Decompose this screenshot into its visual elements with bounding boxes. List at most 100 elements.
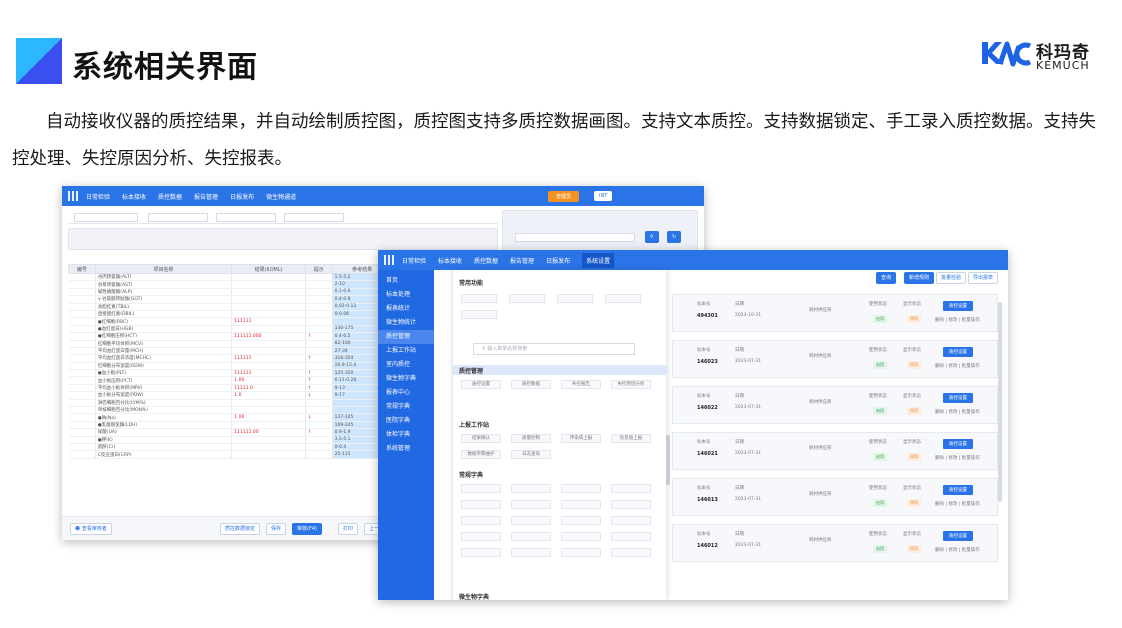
side-nav-item[interactable]: 室内质控: [378, 358, 434, 372]
report-menu-item[interactable]: 质量控制: [511, 434, 551, 443]
qc-card[interactable]: 标本号 146013 日期 2023-07-31 耗材供应商 使用状态 启用 显示状态 停用 质控…: [672, 478, 998, 516]
qc-card[interactable]: 标本号 146023 日期 2023-07-31 耗材供应商 使用状态 启用 显示状态 停用 质控…: [672, 340, 998, 378]
side-nav-item[interactable]: 首页: [378, 274, 434, 288]
dict-menu-item[interactable]: [611, 484, 651, 493]
dict-menu-item[interactable]: [461, 484, 501, 493]
common-item[interactable]: [509, 294, 545, 303]
toolbar-button[interactable]: 导出报表: [968, 272, 999, 284]
bottom-action-button[interactable]: 打印: [338, 523, 359, 535]
panel-search-input[interactable]: [515, 233, 635, 242]
date-field[interactable]: [148, 213, 208, 222]
qc-menu-item[interactable]: 质控设置: [461, 380, 501, 389]
side-nav-item[interactable]: 微生物字典: [378, 372, 434, 386]
dict-menu-item[interactable]: [611, 532, 651, 541]
toolbar-button[interactable]: 批量检验: [936, 272, 967, 284]
dict-menu-item[interactable]: [611, 548, 651, 557]
common-item[interactable]: [461, 294, 497, 303]
sample-field[interactable]: [216, 213, 276, 222]
qc-setting-button[interactable]: 质控设置: [943, 531, 973, 541]
dict-menu-item[interactable]: [561, 516, 601, 525]
left-menu-item[interactable]: 微生物通道: [266, 192, 296, 201]
qc-setting-button[interactable]: 质控设置: [943, 347, 973, 357]
side-nav-item[interactable]: 报表中心: [378, 386, 434, 400]
dict-menu-item[interactable]: [461, 548, 501, 557]
right-menu-item[interactable]: 报告管理: [510, 256, 534, 265]
qc-setting-button[interactable]: 质控设置: [943, 301, 973, 311]
panel-refresh-button[interactable]: ↻: [667, 231, 682, 243]
dict-menu-item[interactable]: [461, 532, 501, 541]
qc-setting-button[interactable]: 质控设置: [943, 439, 973, 449]
common-item[interactable]: [605, 294, 641, 303]
qc-card[interactable]: 标本号 146022 日期 2023-07-31 耗材供应商 使用状态 启用 显示状态 停用 质控…: [672, 386, 998, 424]
right-menu-item[interactable]: 日常检验: [402, 256, 426, 265]
report-menu-item[interactable]: 结果确认: [461, 434, 501, 443]
name-field[interactable]: [284, 213, 344, 222]
dict-menu-item[interactable]: [511, 532, 551, 541]
side-nav-item[interactable]: 质控管理: [378, 330, 434, 344]
instrument-select[interactable]: [74, 213, 138, 222]
bottom-action-button[interactable]: 保存: [266, 523, 287, 535]
toolbar-button[interactable]: 新增规则: [904, 272, 935, 284]
card-action-links[interactable]: 删除 | 修改 | 批量操作: [935, 317, 980, 323]
qc-card[interactable]: 标本号 146021 日期 2023-07-31 耗材供应商 使用状态 启用 显示状态 停用 质控…: [672, 432, 998, 470]
dict-menu-item[interactable]: [561, 548, 601, 557]
qc-setting-button[interactable]: 质控设置: [943, 393, 973, 403]
side-nav-item[interactable]: 标本处理: [378, 288, 434, 302]
report-menu-item[interactable]: 传染病上报: [561, 434, 601, 443]
dict-menu-item[interactable]: [511, 500, 551, 509]
dict-menu-item[interactable]: [561, 484, 601, 493]
bottom-action-button[interactable]: 审核(F4): [292, 523, 322, 535]
card-action-links[interactable]: 删除 | 修改 | 批量操作: [935, 455, 980, 461]
side-nav-item[interactable]: 系统管理: [378, 442, 434, 456]
card-list-scrollbar[interactable]: [998, 302, 1002, 502]
card-action-links[interactable]: 删除 | 修改 | 批量操作: [935, 547, 980, 553]
report-menu-item[interactable]: 危急值上报: [611, 434, 651, 443]
report-menu-item[interactable]: 日志查询: [511, 450, 551, 459]
side-nav-item[interactable]: 体检字典: [378, 428, 434, 442]
right-menu-item[interactable]: 日报发布: [546, 256, 570, 265]
side-nav-item[interactable]: 常规字典: [378, 400, 434, 414]
qc-setting-button[interactable]: 质控设置: [943, 485, 973, 495]
right-menu-item[interactable]: 系统设置: [582, 252, 615, 268]
qc-menu-item[interactable]: 失控原因分析: [611, 380, 651, 389]
side-nav-item[interactable]: 上报工作站: [378, 344, 434, 358]
dict-menu-item[interactable]: [511, 484, 551, 493]
card-action-links[interactable]: 删除 | 修改 | 批量操作: [935, 409, 980, 415]
dict-menu-item[interactable]: [461, 500, 501, 509]
qc-card[interactable]: 标本号 494301 日期 2023-10-31 耗材供应商 使用状态 启用 显示状态 停用 质控…: [672, 294, 998, 332]
qc-card[interactable]: 标本号 146012 日期 2023-07-31 耗材供应商 使用状态 启用 显示状态 停用 质控…: [672, 524, 998, 562]
left-menu-item[interactable]: 日报发布: [230, 192, 254, 201]
report-menu-item[interactable]: 数据字典维护: [461, 450, 501, 459]
bottom-action-button[interactable]: 质控数据锁定: [220, 523, 261, 535]
dict-menu-item[interactable]: [511, 548, 551, 557]
qc-menu-item[interactable]: 质控数据: [511, 380, 551, 389]
side-nav-item[interactable]: 医院字典: [378, 414, 434, 428]
common-item[interactable]: [557, 294, 593, 303]
qc-menu-item[interactable]: 失控报告: [561, 380, 601, 389]
dict-menu-item[interactable]: [561, 532, 601, 541]
left-menu-item[interactable]: 报告管理: [194, 192, 218, 201]
menu-search-input[interactable]: ⚲ 输入菜单名称搜索: [473, 343, 635, 355]
right-menu-item[interactable]: 质控数据: [474, 256, 498, 265]
common-item[interactable]: [461, 310, 497, 319]
dropdown-scrollbar[interactable]: [666, 435, 670, 485]
side-nav-item[interactable]: 报表统计: [378, 302, 434, 316]
right-menu-item[interactable]: 标本接收: [438, 256, 462, 265]
card-action-links[interactable]: 删除 | 修改 | 批量操作: [935, 363, 980, 369]
card-action-links[interactable]: 删除 | 修改 | 批量操作: [935, 501, 980, 507]
left-menu-item[interactable]: 质控数据: [158, 192, 182, 201]
left-menu-item[interactable]: 标本接收: [122, 192, 146, 201]
side-nav-item[interactable]: 微生物统计: [378, 316, 434, 330]
dict-menu-item[interactable]: [611, 516, 651, 525]
dict-menu-item[interactable]: [611, 500, 651, 509]
user-badge[interactable]: 管理员: [548, 191, 580, 202]
toolbar-button[interactable]: 查询: [876, 272, 897, 284]
int-chip[interactable]: INT: [594, 191, 613, 201]
dict-menu-item[interactable]: [561, 500, 601, 509]
view-reviewer-button[interactable]: ☻ 查看审核者: [70, 523, 112, 535]
panel-search-button[interactable]: ⚲: [645, 231, 659, 243]
dict-menu-item[interactable]: [461, 516, 501, 525]
dict-menu-item[interactable]: [511, 516, 551, 525]
left-menu-item[interactable]: 日常检验: [86, 192, 110, 201]
table-cell: [68, 273, 96, 282]
